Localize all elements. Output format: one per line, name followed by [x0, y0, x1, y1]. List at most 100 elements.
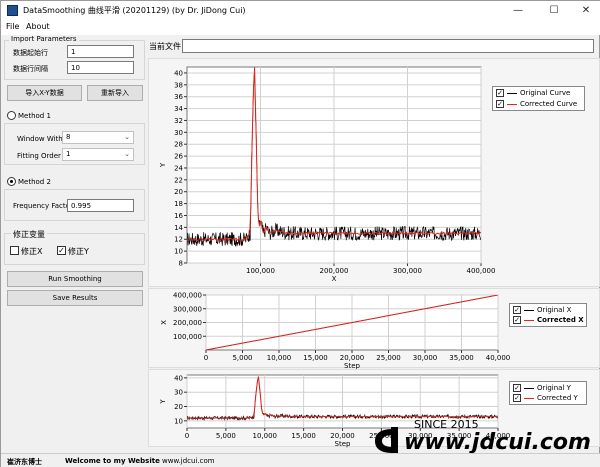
y-tick-label: 100,000 [173, 333, 202, 341]
y-tick-label: 30 [174, 129, 183, 137]
checkbox-icon[interactable]: ✓ [496, 89, 504, 97]
legend-item-corrected-y[interactable]: ✓ Corrected Y [513, 394, 578, 402]
y-tick-label: 12 [174, 236, 183, 244]
fitting-order-label: Fitting Order [17, 152, 61, 160]
method2-label: Method 2 [18, 178, 51, 186]
legend-label: Corrected X [537, 316, 584, 324]
import-xy-button[interactable]: 导入X-Y数据 [7, 85, 82, 101]
y-tick-label: 18 [174, 200, 183, 208]
line-swatch-icon [507, 103, 517, 105]
x-tick-label: 25,000 [376, 354, 401, 362]
x-tick-label: 300,000 [393, 267, 422, 275]
y-tick-label: 14 [174, 224, 183, 232]
app-icon [7, 5, 18, 16]
y-chart-legend: ✓ Original Y ✓ Corrected Y [509, 381, 587, 405]
legend-label: Corrected Curve [520, 100, 578, 108]
y-tick-label: 400,000 [173, 292, 202, 300]
correct-y-label: 修正Y [68, 247, 89, 256]
import-params-label: Import Parameters [9, 35, 79, 43]
method2-radio[interactable] [7, 177, 16, 186]
fitting-order-value: 1 [66, 150, 71, 158]
checkbox-icon[interactable]: ✓ [513, 316, 521, 324]
x-tick-label: 20,000 [330, 432, 355, 440]
correct-vars-label: 修正变量 [11, 229, 47, 240]
y-tick-label: 22 [174, 176, 183, 184]
status-welcome: Welcome to my Website [65, 457, 160, 465]
x-tick-label: 20,000 [340, 354, 365, 362]
line-swatch-icon [507, 92, 517, 94]
chevron-down-icon: ⌄ [124, 133, 130, 141]
minimize-button[interactable]: — [507, 3, 529, 19]
maximize-button[interactable]: ☐ [543, 3, 565, 19]
y-tick-label: 40 [174, 374, 183, 382]
legend-item-original-y[interactable]: ✓ Original Y [513, 384, 571, 392]
app-window: DataSmoothing 曲线平滑 (20201129) (by Dr. Ji… [0, 0, 600, 467]
checkbox-icon[interactable]: ✓ [513, 394, 521, 402]
brand-url: www.jdcui.com [404, 430, 591, 455]
x-tick-label: 5,000 [232, 354, 252, 362]
run-smoothing-button[interactable]: Run Smoothing [7, 271, 143, 287]
legend-item-original-x[interactable]: ✓ Original X [513, 306, 571, 314]
line-swatch-icon [524, 309, 534, 311]
main-chart-panel: 100,000 200,000 300,000 400,000 8 10 12 14 16 18 2… [148, 58, 600, 287]
y-tick-label: 40 [174, 69, 183, 77]
y-tick-label: 8 [179, 260, 183, 268]
x-tick-label: 40,000 [486, 354, 511, 362]
save-results-button[interactable]: Save Results [7, 290, 143, 306]
y-tick-label: 16 [174, 212, 183, 220]
legend-item-corrected-x[interactable]: ✓ Corrected X [513, 316, 584, 324]
line-swatch-icon [524, 319, 534, 321]
y-tick-label: 24 [174, 164, 183, 172]
y-tick-label: 34 [174, 105, 183, 113]
legend-label: Corrected Y [537, 394, 578, 402]
close-button[interactable]: ✕ [575, 3, 597, 19]
correct-y-checkbox[interactable]: ✓ [57, 246, 66, 255]
y-tick-label: 200,000 [173, 319, 202, 327]
frequency-factor-label: Frequency Factor [13, 202, 73, 210]
y-axis-label: X [160, 320, 168, 325]
row-interval-label: 数据行间隔 [13, 65, 48, 73]
y-tick-label: 26 [174, 153, 183, 161]
x-tick-label: 15,000 [303, 354, 328, 362]
legend-item-corrected-curve[interactable]: ✓ Corrected Curve [496, 100, 577, 108]
x-chart-legend: ✓ Original X ✓ Corrected X [509, 303, 587, 327]
y-tick-label: 20 [174, 403, 183, 411]
reimport-button[interactable]: 重新导入 [87, 85, 143, 101]
row-interval-input[interactable]: 10 [67, 61, 134, 74]
window-width-select[interactable]: 8 ⌄ [62, 131, 134, 144]
x-tick-label: 5,000 [216, 432, 236, 440]
x-tick-label: 200,000 [320, 267, 349, 275]
legend-item-original-curve[interactable]: ✓ Original Curve [496, 89, 570, 97]
method1-radio[interactable] [7, 111, 16, 120]
y-tick-label: 300,000 [173, 305, 202, 313]
legend-label: Original Curve [520, 89, 571, 97]
y-tick-label: 28 [174, 141, 183, 149]
x-tick-label: 10,000 [267, 354, 292, 362]
current-file-input[interactable] [182, 39, 594, 53]
control-panel: Import Parameters 数据起始行 1 数据行间隔 10 导入X-Y… [1, 35, 149, 453]
correct-x-label: 修正X [21, 247, 43, 256]
status-website-link[interactable]: www.jdcui.com [162, 457, 215, 465]
status-author: 崔济东博士 [7, 458, 42, 466]
x-tick-label: 15,000 [291, 432, 316, 440]
checkbox-icon[interactable]: ✓ [496, 100, 504, 108]
x-chart-panel: 0 5,000 10,000 15,000 20,000 25,000 30,000 35,0… [148, 288, 600, 370]
checkbox-icon[interactable]: ✓ [513, 306, 521, 314]
x-tick-label: 100,000 [246, 267, 275, 275]
window-width-value: 8 [66, 133, 71, 141]
menu-file[interactable]: File [6, 22, 19, 31]
method1-label: Method 1 [18, 112, 51, 120]
brand-logo-svg [375, 427, 398, 453]
current-file-label: 当前文件 [149, 42, 181, 51]
frequency-factor-input[interactable]: 0.995 [67, 199, 134, 212]
x-tick-label: 30,000 [413, 354, 438, 362]
checkbox-icon[interactable]: ✓ [513, 384, 521, 392]
start-row-input[interactable]: 1 [67, 45, 134, 58]
fitting-order-select[interactable]: 1 ⌄ [62, 148, 134, 161]
y-tick-label: 10 [174, 417, 183, 425]
legend-label: Original X [537, 306, 572, 314]
menu-about[interactable]: About [26, 22, 50, 31]
brand-logo-icon [373, 425, 399, 455]
y-tick-label: 38 [174, 81, 183, 89]
correct-x-checkbox[interactable] [10, 246, 19, 255]
